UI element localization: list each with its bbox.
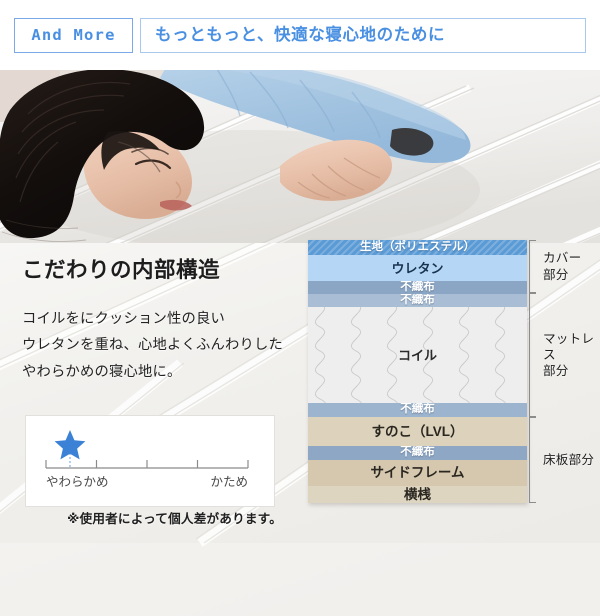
- layer-label: 不織布: [400, 403, 435, 416]
- firmness-scale: やわらかめ かため: [45, 430, 249, 489]
- layer-fabric: 生地（ポリエステル）: [308, 240, 527, 255]
- bracket-mattress: [529, 293, 536, 417]
- section-heading: こだわりの内部構造: [22, 258, 221, 282]
- layer-side-frame: サイドフレーム: [308, 460, 527, 486]
- group-cover-label-line1: カバー: [543, 251, 582, 266]
- layer-label: 横桟: [404, 486, 431, 502]
- firmness-soft-label: やわらかめ: [46, 475, 109, 489]
- layer-nonwoven-3: 不織布: [308, 403, 527, 417]
- firmness-scale-card: やわらかめ かため: [25, 415, 275, 507]
- hero-photo-illustration: [0, 70, 600, 245]
- group-floor-label: 床板部分: [536, 452, 594, 468]
- layer-label: コイル: [397, 347, 437, 363]
- layer-label: 不織布: [400, 446, 435, 459]
- layer-nonwoven-2: 不織布: [308, 294, 527, 307]
- bracket-floor: [529, 417, 536, 503]
- body-line: ウレタンを重ね、心地よくふんわりした: [22, 337, 283, 354]
- layer-label: 不織布: [400, 281, 435, 293]
- group-mattress-label-line1: マットレス: [543, 331, 595, 362]
- product-infographic-page: And More もっともっと、快適な寝心地のために こだわりの内部構造 コイル…: [0, 0, 600, 616]
- group-cover-label: カバー 部分: [536, 250, 581, 282]
- layer-label: ウレタン: [391, 260, 444, 276]
- section-body: コイルをにクッション性の良い ウレタンを重ね、心地よくふんわりした やわらかめの…: [22, 306, 302, 385]
- layer-label: 生地（ポリエステル）: [360, 240, 475, 253]
- layer-coil: コイル: [308, 307, 527, 403]
- layer-nonwoven-4: 不織布: [308, 446, 527, 460]
- layer-label: サイドフレーム: [370, 465, 465, 481]
- header-title-box: もっともっと、快適な寝心地のために: [140, 18, 586, 53]
- layer-nonwoven-1: 不織布: [308, 281, 527, 294]
- hero-photo: [0, 70, 600, 245]
- layer-label: 不織布: [400, 294, 435, 306]
- layer-label: すのこ（LVL）: [371, 423, 464, 439]
- bracket-cover: [529, 240, 536, 293]
- layer-group-brackets: カバー 部分 マットレス 部分 床板部分: [529, 238, 600, 506]
- body-line: やわらかめの寝心地に。: [22, 363, 182, 380]
- and-more-label: And More: [31, 25, 116, 44]
- group-cover-label-line2: 部分: [543, 267, 569, 282]
- and-more-badge: And More: [14, 18, 133, 53]
- layer-sunoko: すのこ（LVL）: [308, 417, 527, 446]
- firmness-note: ※使用者によって個人差があります。: [67, 512, 282, 526]
- content-column: こだわりの内部構造 コイルをにクッション性の良い ウレタンを重ね、心地よくふんわ…: [22, 258, 302, 385]
- mattress-layer-diagram: 生地（ポリエステル） ウレタン 不織布 不織布 コイル 不織布 すのこ（LVL）…: [308, 240, 527, 503]
- group-floor-label-line1: 床板部分: [543, 452, 595, 467]
- body-line: コイルをにクッション性の良い: [22, 310, 225, 327]
- page-header: And More もっともっと、快適な寝心地のために: [0, 0, 600, 70]
- layer-yokogi: 横桟: [308, 486, 527, 503]
- group-mattress-label: マットレス 部分: [536, 331, 600, 379]
- page-title: もっともっと、快適な寝心地のために: [155, 26, 446, 45]
- layer-urethane: ウレタン: [308, 255, 527, 281]
- group-floor: 床板部分: [529, 417, 600, 503]
- group-mattress-label-line2: 部分: [543, 364, 569, 379]
- firmness-firm-label: かため: [210, 475, 248, 489]
- group-cover: カバー 部分: [529, 240, 600, 293]
- group-mattress: マットレス 部分: [529, 293, 600, 417]
